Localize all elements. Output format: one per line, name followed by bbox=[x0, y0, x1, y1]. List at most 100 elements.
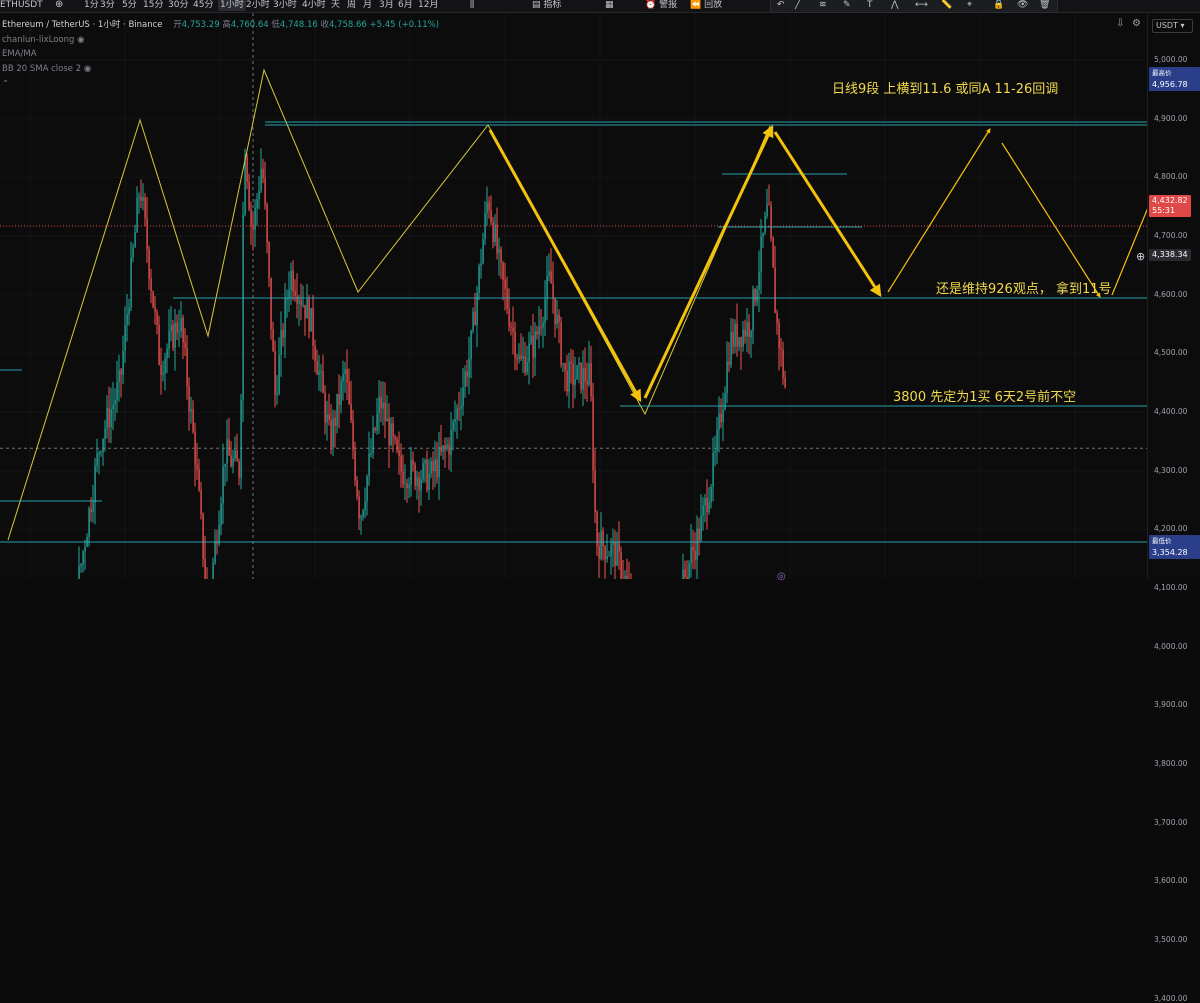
interval-9[interactable]: 4小时 bbox=[302, 0, 326, 11]
visibility-icon[interactable]: ◉ bbox=[77, 35, 84, 45]
candle-body bbox=[710, 486, 712, 503]
candle-body bbox=[456, 408, 458, 420]
candle-body bbox=[778, 323, 780, 349]
alert-button[interactable]: ⏰ 警报 bbox=[645, 0, 677, 11]
interval-1[interactable]: 3分 bbox=[100, 0, 115, 11]
candle-body bbox=[236, 450, 238, 462]
event-marker-icon[interactable]: ◎ bbox=[777, 571, 786, 582]
interval-6[interactable]: 1小时 bbox=[218, 0, 246, 11]
candle-body bbox=[620, 552, 622, 579]
lock-icon[interactable]: 🔒 bbox=[993, 0, 1004, 11]
candle-body bbox=[616, 542, 618, 566]
candle-body bbox=[568, 361, 570, 392]
candle-body bbox=[142, 197, 144, 201]
candle-body bbox=[340, 381, 342, 406]
interval-11[interactable]: 周 bbox=[347, 0, 356, 11]
trendline-icon[interactable]: ╱ bbox=[795, 0, 800, 11]
candle-body bbox=[110, 409, 112, 428]
trash-icon[interactable]: 🗑 bbox=[1039, 0, 1050, 11]
legend-main: Ethereum / TetherUS · 1小时 · Binance 开4,7… bbox=[2, 20, 439, 31]
candle-body bbox=[516, 357, 518, 360]
interval-0[interactable]: 1分 bbox=[84, 0, 99, 11]
candle-body bbox=[584, 368, 586, 382]
pattern-icon[interactable]: ⋀ bbox=[891, 0, 898, 11]
interval-8[interactable]: 3小时 bbox=[273, 0, 297, 11]
download-icon[interactable]: ⇩ bbox=[1116, 18, 1124, 29]
interval-5[interactable]: 45分 bbox=[193, 0, 213, 11]
candle-body bbox=[428, 473, 430, 490]
layout-icon[interactable]: ▦ bbox=[605, 0, 614, 11]
indicator-bb-label: BB 20 SMA close 2 bbox=[2, 64, 82, 74]
candle-body bbox=[332, 417, 334, 448]
candle-body bbox=[498, 249, 500, 253]
candle-body bbox=[356, 480, 358, 497]
replay-button[interactable]: ⏪ 回放 bbox=[690, 0, 722, 11]
candle-body bbox=[90, 508, 92, 513]
eye-icon[interactable]: 👁 bbox=[1017, 0, 1028, 11]
candle-body bbox=[540, 326, 542, 328]
brush-icon[interactable]: ✎ bbox=[843, 0, 851, 11]
candle-body bbox=[770, 205, 772, 238]
candle-body bbox=[354, 450, 356, 481]
candle-body bbox=[130, 257, 132, 308]
add-crosshair-icon[interactable]: ⊕ bbox=[1136, 250, 1145, 263]
candle-body bbox=[300, 300, 302, 306]
candle-type-icon[interactable]: ⫼ bbox=[470, 0, 474, 11]
candle-body bbox=[346, 368, 348, 383]
compare-plus-icon[interactable]: ⊕ bbox=[55, 0, 63, 11]
interval-10[interactable]: 天 bbox=[331, 0, 340, 11]
candle-body bbox=[84, 546, 86, 552]
candle-body bbox=[122, 350, 124, 375]
price-tick: 3,700.00 bbox=[1154, 817, 1188, 827]
visibility-icon[interactable]: ◉ bbox=[84, 64, 91, 74]
magnet-icon[interactable]: ⌖ bbox=[967, 0, 972, 11]
interval-12[interactable]: 月 bbox=[363, 0, 372, 11]
candle-body bbox=[350, 404, 352, 421]
candle-body bbox=[330, 420, 332, 448]
interval-3[interactable]: 15分 bbox=[143, 0, 163, 11]
high-price-tag: 最高价 4,956.78 bbox=[1149, 67, 1200, 91]
symbol-search[interactable]: ETHUSDT bbox=[0, 0, 43, 11]
interval-2[interactable]: 5分 bbox=[122, 0, 137, 11]
price-tick: 4,200.00 bbox=[1154, 524, 1188, 534]
chevron-down-icon: ▾ bbox=[1180, 21, 1185, 30]
interval-4[interactable]: 30分 bbox=[168, 0, 188, 11]
settings-icon[interactable]: ⚙ bbox=[1132, 18, 1141, 29]
fib-icon[interactable]: ≋ bbox=[819, 0, 827, 11]
candle-body bbox=[394, 436, 396, 440]
interval-13[interactable]: 3月 bbox=[379, 0, 394, 11]
candle-body bbox=[754, 289, 756, 302]
ruler-icon[interactable]: 📏 bbox=[941, 0, 952, 11]
candle-body bbox=[178, 331, 180, 333]
candle-body bbox=[442, 445, 444, 452]
chart-pane[interactable]: Ethereum / TetherUS · 1小时 · Binance 开4,7… bbox=[0, 13, 1147, 582]
interval-7[interactable]: 2小时 bbox=[246, 0, 270, 11]
crosshair-price-tag: 4,338.34 bbox=[1149, 249, 1191, 261]
candle-body bbox=[412, 459, 414, 465]
candle-body bbox=[104, 428, 106, 439]
collapse-legend-icon[interactable]: ⌃ bbox=[2, 79, 9, 90]
price-axis[interactable]: 5,000.00 4,900.00 4,800.00 4,700.00 4,600.00… bbox=[1147, 13, 1200, 1003]
candle-body bbox=[558, 314, 560, 322]
interval-14[interactable]: 6月 bbox=[398, 0, 413, 11]
candle-body bbox=[366, 476, 368, 502]
price-tick: 4,400.00 bbox=[1154, 407, 1188, 417]
currency-select[interactable]: USDT ▾ bbox=[1152, 19, 1193, 33]
candle-body bbox=[374, 428, 376, 431]
candle-body bbox=[562, 363, 564, 365]
candle-body bbox=[470, 330, 472, 359]
indicator-chanlun[interactable]: chanlun-lixLoong ◉ bbox=[2, 35, 85, 46]
candle-body bbox=[370, 453, 372, 455]
candle-body bbox=[484, 212, 486, 240]
interval-15[interactable]: 12月 bbox=[418, 0, 438, 11]
candle-body bbox=[322, 371, 324, 393]
text-tool-icon[interactable]: T bbox=[867, 0, 873, 11]
indicator-bb[interactable]: BB 20 SMA close 2 ◉ bbox=[2, 64, 91, 75]
candle-body bbox=[222, 466, 224, 504]
indicator-ema[interactable]: EMA/MA bbox=[2, 49, 37, 60]
candle-body bbox=[180, 317, 182, 332]
indicators-button[interactable]: ▤ 指标 bbox=[532, 0, 561, 11]
undo-icon[interactable]: ↶ bbox=[777, 0, 785, 11]
measure-icon[interactable]: ⟷ bbox=[915, 0, 928, 11]
candle-body bbox=[280, 330, 282, 356]
